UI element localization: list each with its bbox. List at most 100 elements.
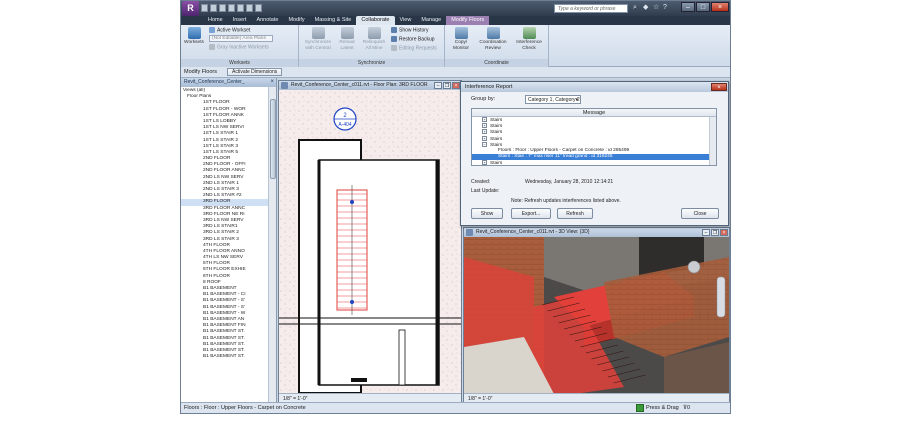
message-row[interactable]: + Stairs <box>472 160 716 165</box>
close-icon[interactable]: × <box>711 2 729 12</box>
tree-item[interactable]: B1 BASEMENT ST. <box>181 354 269 360</box>
project-browser: Revit_Conference_Center_ × Views (all) Fl… <box>181 78 277 404</box>
maximize-icon[interactable]: □ <box>696 2 710 12</box>
refresh-note: Note: Refresh updates interferences list… <box>511 198 621 204</box>
tab-modify-floors[interactable]: Modify Floors <box>446 16 490 25</box>
minimize-icon[interactable]: – <box>681 2 695 12</box>
tab-insert[interactable]: Insert <box>228 16 252 25</box>
view-window-controls: – ❐ × <box>702 229 728 236</box>
close-icon[interactable]: × <box>711 83 727 91</box>
tab-annotate[interactable]: Annotate <box>251 16 283 25</box>
interference-message-list[interactable]: Message + Stairs + Stairs + Stairs + Stairs − Sta… <box>471 108 717 166</box>
help-search-input[interactable]: Type a keyword or phrase <box>554 4 628 13</box>
expand-icon[interactable]: + <box>482 129 487 135</box>
gray-inactive-worksets-button[interactable]: Gray Inactive Worksets <box>209 44 269 51</box>
redo-icon[interactable] <box>228 4 235 12</box>
help-icon[interactable]: ? <box>663 4 670 12</box>
coordination-review-button[interactable]: Coordination Review <box>477 27 509 51</box>
view-window-controls: – ❐ × <box>434 82 460 89</box>
revit-window: R Type a keyword or phrase ⌕ ◆ ☆ ? – □ ×… <box>180 0 731 414</box>
workset-icon <box>209 27 215 33</box>
project-browser-scrollbar[interactable] <box>268 87 276 404</box>
search-icon[interactable]: ⌕ <box>633 4 640 12</box>
minimize-icon[interactable]: – <box>702 229 710 236</box>
minimize-icon[interactable]: – <box>434 82 442 89</box>
restore-icon[interactable]: ❐ <box>711 229 719 236</box>
message-list-scrollbar[interactable] <box>709 117 716 165</box>
section-tag-sheet[interactable]: A-404 <box>338 122 352 128</box>
title-bar: R Type a keyword or phrase ⌕ ◆ ☆ ? – □ × <box>181 1 730 16</box>
message-text: Stairs : Stair : 7" max riser 11" tread … <box>498 154 613 160</box>
copy-monitor-button[interactable]: Copy/ Monitor <box>449 27 473 51</box>
status-text: Floors : Floor : Upper Floors - Carpet o… <box>184 405 306 411</box>
save-icon[interactable] <box>210 4 217 12</box>
interference-report-dialog: Interference Report × Group by: Category… <box>460 81 729 226</box>
requests-icon <box>391 45 397 51</box>
synchronize-central-button[interactable]: Synchronize with Central <box>303 27 333 51</box>
group-by-label: Group by: <box>471 96 496 102</box>
created-value: Wednesday, January 28, 2010 12:14:21 <box>525 179 614 185</box>
open-icon[interactable] <box>201 4 208 12</box>
show-history-button[interactable]: Show History <box>391 27 428 34</box>
3d-canvas[interactable] <box>464 237 729 394</box>
message-text: Stairs <box>490 130 503 136</box>
navigation-bar[interactable] <box>716 276 726 318</box>
close-icon[interactable]: × <box>720 229 728 236</box>
measure-icon[interactable] <box>246 4 253 12</box>
show-button[interactable]: Show <box>471 208 503 219</box>
active-workset-dropdown[interactable]: (Not Editable) Area Plans <box>209 35 273 42</box>
viewcube-icon[interactable] <box>687 260 701 274</box>
expand-icon[interactable]: + <box>482 160 487 165</box>
expand-icon[interactable]: + <box>482 117 487 122</box>
close-icon[interactable]: × <box>452 82 460 89</box>
floor-plan-view[interactable]: Revit_Conference_Center_c011.rvt - Floor… <box>278 80 462 404</box>
restore-backup-button[interactable]: Restore Backup <box>391 36 435 43</box>
filter-icon[interactable]: ⊽0 <box>683 403 690 413</box>
3d-view-icon <box>466 229 473 236</box>
communication-icon[interactable]: ☆ <box>653 4 660 12</box>
tab-home[interactable]: Home <box>203 16 228 25</box>
subscription-icon[interactable]: ◆ <box>643 4 650 12</box>
tab-view[interactable]: View <box>395 16 417 25</box>
relinquish-icon <box>367 27 381 39</box>
reload-icon <box>340 27 354 39</box>
message-text: Floors : Floor : Upper Floors - Carpet o… <box>498 147 630 153</box>
tab-manage[interactable]: Manage <box>416 16 446 25</box>
expand-icon[interactable]: + <box>482 135 487 141</box>
project-browser-tree[interactable]: Views (all) Floor Plans 1ST FLOOR 1ST FLOOR… <box>181 87 269 404</box>
group-by-select[interactable]: Category 1, Category 2 <box>525 95 581 104</box>
relinquish-all-button[interactable]: Relinquish All Mine <box>361 27 387 51</box>
reload-latest-button[interactable]: Reload Latest <box>337 27 357 51</box>
worksets-button[interactable]: Worksets <box>184 27 204 46</box>
options-bar-label: Modify Floors <box>184 69 218 75</box>
tab-modify[interactable]: Modify <box>283 16 309 25</box>
ribbon-tabs: Home Insert Annotate Modify Massing & Si… <box>181 16 730 25</box>
tab-massing-site[interactable]: Massing & Site <box>310 16 357 25</box>
worksets-icon <box>187 27 201 39</box>
message-column-header[interactable]: Message <box>472 109 716 117</box>
coordination-review-icon <box>486 27 500 39</box>
message-rows: + Stairs + Stairs + Stairs + Stairs − Stairs Floor… <box>472 117 716 165</box>
scroll-thumb[interactable] <box>270 99 276 179</box>
editing-requests-button[interactable]: Editing Requests <box>391 45 437 52</box>
application-menu-button[interactable]: R <box>182 1 199 16</box>
print-icon[interactable] <box>237 4 244 12</box>
expand-icon[interactable]: − <box>482 141 487 147</box>
quick-access-toolbar <box>201 4 262 12</box>
press-drag-toggle[interactable]: Press & Drag <box>636 403 679 413</box>
restore-icon[interactable]: ❐ <box>443 82 451 89</box>
refresh-button[interactable]: Refresh <box>557 208 593 219</box>
tab-collaborate[interactable]: Collaborate <box>356 16 395 25</box>
interference-check-button[interactable]: Interference Check <box>513 27 545 51</box>
sync-icon[interactable] <box>255 4 262 12</box>
undo-icon[interactable] <box>219 4 226 12</box>
close-button[interactable]: Close <box>681 208 719 219</box>
export-button[interactable]: Export... <box>511 208 551 219</box>
close-icon[interactable]: × <box>270 78 274 87</box>
view-3d[interactable]: Revit_Conference_Center_c011.rvt - 3D Vi… <box>463 227 730 404</box>
restore-icon <box>391 36 397 42</box>
expand-icon[interactable]: + <box>482 123 487 129</box>
activate-dimensions-button[interactable]: Activate Dimensions <box>227 68 283 76</box>
floor-plan-canvas[interactable]: 2 A-404 <box>279 90 461 393</box>
synchronize-icon <box>311 27 325 39</box>
